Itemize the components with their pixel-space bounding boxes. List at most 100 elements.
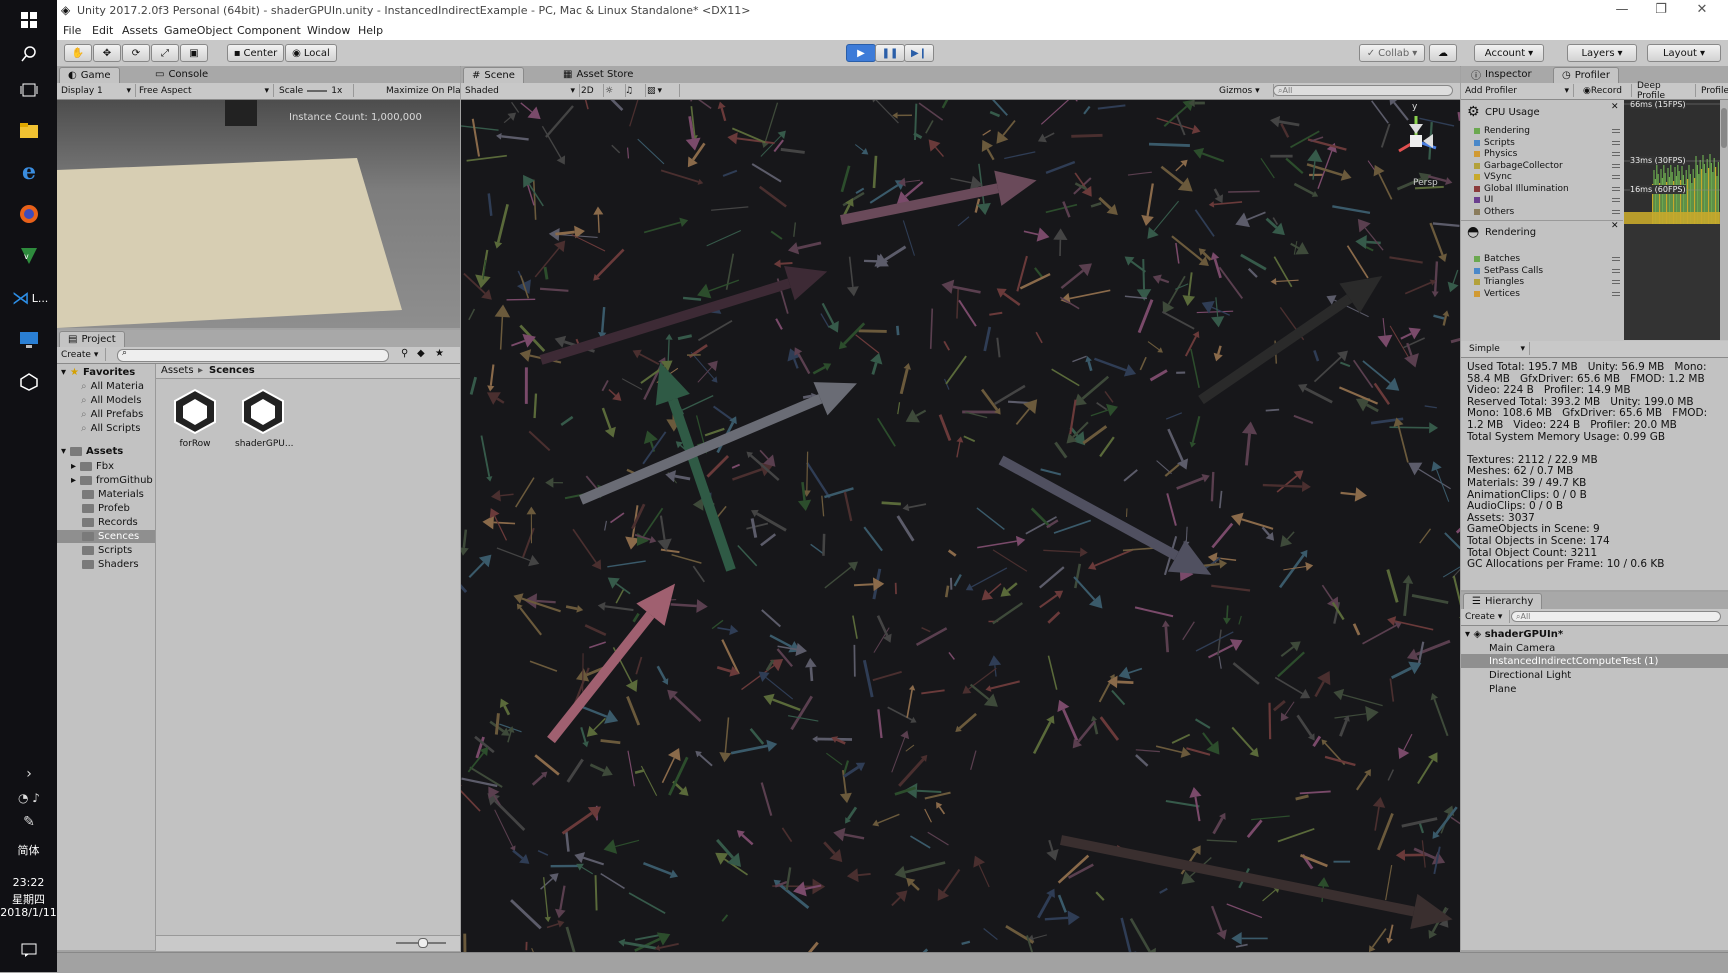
gizmos-dropdown[interactable]: Gizmos▾ [1215,84,1274,97]
cloud-button[interactable]: ☁ [1429,44,1457,62]
layers-dropdown[interactable]: Layers▾ [1567,44,1637,62]
menu-file[interactable]: File [63,24,81,37]
breadcrumb-scences[interactable]: Scences [209,365,255,376]
tab-profiler[interactable]: ◷Profiler [1553,67,1619,83]
rotate-tool-button[interactable]: ⟳ [122,44,150,62]
filter-label-icon[interactable]: ◆ [417,348,425,359]
scene-file-forrow[interactable]: forRow [167,386,223,449]
step-button[interactable]: ▶❙ [904,44,934,62]
profiler-graph[interactable]: 66ms (15FPS) 33ms (30FPS) 16ms (60FPS) [1624,100,1728,340]
edge-browser-icon[interactable]: e [15,158,43,186]
mode-2d-toggle[interactable]: 2D [577,84,604,97]
assets-header[interactable]: ▾Assets [61,446,123,457]
ime-indicator[interactable]: 简体 [0,842,57,858]
drag-handle-icon[interactable] [1612,210,1620,214]
tab-console[interactable]: ▭Console [147,67,216,82]
cpu-legend-item[interactable]: Physics [1474,149,1517,159]
deep-profile-toggle[interactable]: Deep Profile [1633,84,1696,97]
hierarchy-create-dropdown[interactable]: Create▾ [1461,610,1510,623]
rect-tool-button[interactable]: ▣ [180,44,208,62]
drag-handle-icon[interactable] [1612,198,1620,202]
drag-handle-icon[interactable] [1612,257,1620,261]
pause-button[interactable]: ❚❚ [875,44,905,62]
menu-assets[interactable]: Assets [122,24,158,37]
favorite-all-prefabs[interactable]: ⌕All Prefabs [81,409,143,420]
folder-scripts[interactable]: Scripts [82,545,132,556]
action-center-icon[interactable] [15,936,43,964]
vim-icon[interactable]: v [15,242,43,270]
pivot-center-button[interactable]: ▪Center [227,44,284,62]
drag-handle-icon[interactable] [1612,129,1620,133]
maximize-icon[interactable]: ❐ [1646,2,1676,17]
folder-profeb[interactable]: Profeb [82,503,130,514]
cpu-legend-item[interactable]: Others [1474,207,1514,217]
rendering-legend-item[interactable]: Vertices [1474,289,1520,299]
filter-type-icon[interactable]: ⚲ [401,348,408,359]
record-toggle[interactable]: ◉Record [1579,84,1632,97]
rendering-legend-item[interactable]: Triangles [1474,277,1524,287]
hierarchy-item-plane[interactable]: Plane [1489,684,1516,695]
memory-mode-dropdown[interactable]: Simple▾ [1465,342,1530,355]
layout-dropdown[interactable]: Layout▾ [1647,44,1721,62]
menu-gameobject[interactable]: GameObject [164,24,233,37]
folder-fbx[interactable]: ▸Fbx [71,461,114,472]
drag-handle-icon[interactable] [1612,141,1620,145]
effects-dropdown[interactable]: ▨▾ [643,84,680,97]
folder-scences[interactable]: Scences [82,531,139,542]
cpu-legend-item[interactable]: Scripts [1474,138,1515,148]
tab-game[interactable]: ◐Game [59,67,120,83]
scene-viewport[interactable]: y Persp [461,100,1460,952]
display-dropdown[interactable]: Display 1▾ [57,84,136,97]
menu-window[interactable]: Window [307,24,350,37]
menu-edit[interactable]: Edit [92,24,113,37]
game-viewport[interactable]: Instance Count: 1,000,000 [57,100,460,328]
clock-time[interactable]: 23:22 [0,876,57,889]
cpu-legend-item[interactable]: Global Illumination [1474,184,1569,194]
scale-tool-button[interactable]: ⤢ [151,44,179,62]
tab-hierarchy[interactable]: ☰Hierarchy [1463,593,1542,609]
shading-dropdown[interactable]: Shaded▾ [461,84,580,97]
favorite-all-materials[interactable]: ⌕All Materia [81,381,144,392]
tab-asset-store[interactable]: ▦Asset Store [555,67,641,82]
pen-icon[interactable]: ✎ [15,808,43,836]
tab-scene[interactable]: #Scene [463,67,524,83]
tab-project[interactable]: ▤Project [59,331,125,347]
close-icon[interactable]: ✕ [1611,221,1619,231]
project-search-input[interactable]: ⌕ [117,349,389,362]
hierarchy-search-input[interactable]: ⌕All [1511,611,1721,622]
graph-scrollbar[interactable] [1720,100,1728,340]
cpu-legend-item[interactable]: Rendering [1474,126,1530,136]
unity-taskbar-icon[interactable] [15,368,43,396]
collab-button[interactable]: ✓Collab▾ [1359,44,1425,62]
add-profiler-dropdown[interactable]: Add Profiler▾ [1461,84,1574,97]
drag-handle-icon[interactable] [1612,280,1620,284]
play-button[interactable]: ▶ [846,44,876,62]
menu-component[interactable]: Component [237,24,301,37]
close-icon[interactable]: ✕ [1611,102,1619,112]
file-explorer-icon[interactable] [15,116,43,144]
hierarchy-item-instanced-indirect[interactable]: InstancedIndirectComputeTest (1) [1489,656,1658,667]
favorite-all-models[interactable]: ⌕All Models [81,395,141,406]
minimize-icon[interactable]: — [1607,2,1637,17]
task-view-icon[interactable] [15,76,43,104]
remote-desktop-icon[interactable] [15,326,43,354]
favorites-header[interactable]: ▾★Favorites [61,367,135,378]
hierarchy-item-directional-light[interactable]: Directional Light [1489,670,1571,681]
slider-thumb[interactable] [418,938,428,948]
drag-handle-icon[interactable] [1612,269,1620,273]
drag-handle-icon[interactable] [1612,164,1620,168]
account-dropdown[interactable]: Account▾ [1474,44,1544,62]
rendering-legend-item[interactable]: SetPass Calls [1474,266,1543,276]
scene-gizmo[interactable]: y Persp [1381,106,1451,186]
cpu-legend-item[interactable]: GarbageCollector [1474,161,1563,171]
profile-editor-toggle[interactable]: Profile [1697,84,1728,97]
star-icon[interactable]: ★ [435,348,444,359]
folder-materials[interactable]: Materials [82,489,144,500]
scene-root[interactable]: ▾ ◈ shaderGPUIn* [1465,629,1563,640]
create-dropdown[interactable]: Create▾ [57,348,106,361]
drag-handle-icon[interactable] [1612,152,1620,156]
folder-fromgithub[interactable]: ▸fromGithub [71,475,153,486]
hand-tool-button[interactable]: ✋ [64,44,92,62]
perspective-label[interactable]: Persp [1413,178,1438,188]
cpu-legend-item[interactable]: VSync [1474,172,1512,182]
